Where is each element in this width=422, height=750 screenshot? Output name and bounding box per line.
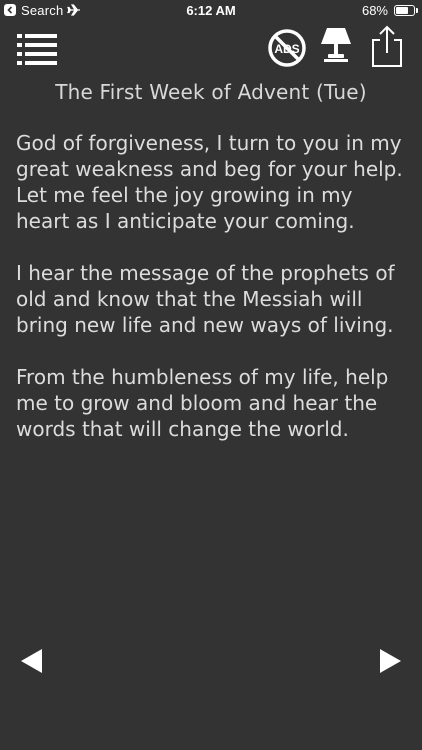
previous-arrow-icon[interactable] [18, 646, 48, 676]
battery-percent: 68% [361, 3, 388, 18]
battery-nub [416, 8, 418, 13]
paragraph-3: From the humbleness of my life, help me … [16, 365, 389, 441]
next-arrow-icon[interactable] [374, 646, 404, 676]
share-icon[interactable] [370, 24, 404, 68]
reading-content: God of forgiveness, I turn to you in my … [16, 130, 412, 468]
battery-icon [394, 5, 415, 16]
page-title: The First Week of Advent (Tue) [55, 80, 367, 104]
status-bar: Search 6:12 AM 68% [0, 0, 422, 22]
paragraph-1: God of forgiveness, I turn to you in my … [16, 131, 403, 233]
battery-level [396, 7, 408, 14]
paragraph-2: I hear the message of the prophets of ol… [16, 261, 395, 337]
list-menu-icon[interactable] [16, 30, 58, 70]
status-time: 6:12 AM [186, 3, 236, 18]
no-ads-icon[interactable]: ADS [266, 27, 308, 69]
lamp-icon[interactable] [316, 25, 356, 69]
